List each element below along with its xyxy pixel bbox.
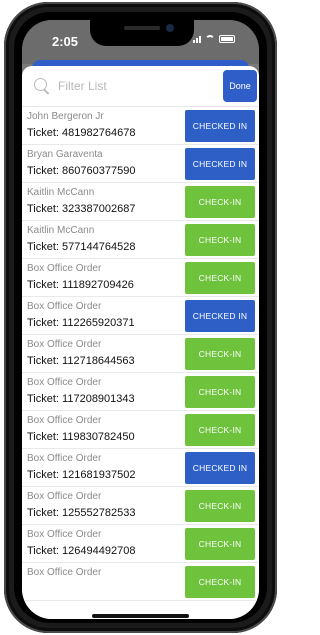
ticket-row[interactable]: Box Office Order Ticket: 117208901343 CHEC… <box>22 373 259 411</box>
front-camera <box>166 24 174 32</box>
ticket-number: Ticket: 126494492708 <box>27 545 136 557</box>
check-in-button[interactable]: CHECK-IN <box>185 186 255 218</box>
attendee-name: Bryan Garaventa <box>27 149 103 160</box>
ticket-row[interactable]: Box Office Order Ticket: 125552782533 CHEC… <box>22 487 259 525</box>
ticket-number: Ticket: 112718644563 <box>27 355 135 367</box>
ticket-number: Ticket: 323387002687 <box>27 203 136 215</box>
check-in-button[interactable]: CHECK-IN <box>185 528 255 560</box>
ticket-row[interactable]: Kaitlin McCann Ticket: 577144764528 CHECK-… <box>22 221 259 259</box>
ticket-row[interactable]: Box Office Order Ticket: 111892709426 CHEC… <box>22 259 259 297</box>
ticket-number: Ticket: 112265920371 <box>27 317 135 329</box>
search-bar: Done <box>22 66 259 107</box>
attendee-name: Box Office Order <box>27 529 102 540</box>
ticket-number: Ticket: 125552782533 <box>27 507 136 519</box>
ticket-list-sheet: Done John Bergeron Jr Ticket: 48198276467… <box>22 66 259 619</box>
ticket-row[interactable]: Box Office Order Ticket: 126494492708 CHEC… <box>22 525 259 563</box>
search-icon <box>34 78 47 91</box>
done-button[interactable]: Done <box>223 70 257 102</box>
status-time: 2:05 <box>52 34 79 49</box>
screen: 2:05 Done John Bergeron Jr Ticket: 481982… <box>22 20 259 619</box>
attendee-name: Box Office Order <box>27 301 102 312</box>
ticket-row[interactable]: Box Office Order Ticket: 121681937502 CHEC… <box>22 449 259 487</box>
check-in-button[interactable]: CHECK-IN <box>185 224 255 256</box>
phone-frame: 2:05 Done John Bergeron Jr Ticket: 481982… <box>4 2 277 633</box>
ticket-number: Ticket: 117208901343 <box>27 393 135 405</box>
ticket-row[interactable]: Box Office Order Ticket: 119830782450 CHEC… <box>22 411 259 449</box>
ticket-row[interactable]: Box Office Order CHECK-IN <box>22 563 259 601</box>
filter-input[interactable] <box>58 76 208 96</box>
checked-in-button[interactable]: CHECKED IN <box>185 452 255 484</box>
system-icons <box>193 35 235 43</box>
attendee-name: Box Office Order <box>27 339 102 350</box>
attendee-name: John Bergeron Jr <box>27 111 104 122</box>
check-in-button[interactable]: CHECK-IN <box>185 338 255 370</box>
ticket-row[interactable]: Kaitlin McCann Ticket: 323387002687 CHECK-… <box>22 183 259 221</box>
checked-in-button[interactable]: CHECKED IN <box>185 110 255 142</box>
attendee-name: Kaitlin McCann <box>27 225 95 236</box>
ticket-number: Ticket: 121681937502 <box>27 469 136 481</box>
check-in-button[interactable]: CHECK-IN <box>185 490 255 522</box>
check-in-button[interactable]: CHECK-IN <box>185 262 255 294</box>
checked-in-button[interactable]: CHECKED IN <box>185 300 255 332</box>
ticket-row[interactable]: Box Office Order Ticket: 112265920371 CHEC… <box>22 297 259 335</box>
attendee-name: Box Office Order <box>27 453 102 464</box>
battery-icon <box>219 35 235 43</box>
ticket-number: Ticket: 860760377590 <box>27 165 136 177</box>
attendee-name: Kaitlin McCann <box>27 187 95 198</box>
ticket-number: Ticket: 111892709426 <box>27 279 134 291</box>
ticket-number: Ticket: 577144764528 <box>27 241 136 253</box>
home-indicator[interactable] <box>92 614 189 618</box>
signal-icon <box>193 36 201 43</box>
ticket-row[interactable]: Bryan Garaventa Ticket: 860760377590 CHECK… <box>22 145 259 183</box>
ticket-list: John Bergeron Jr Ticket: 481982764678 CHEC… <box>22 107 259 601</box>
speaker <box>124 26 160 30</box>
ticket-row[interactable]: Box Office Order Ticket: 112718644563 CHEC… <box>22 335 259 373</box>
attendee-name: Box Office Order <box>27 491 102 502</box>
attendee-name: Box Office Order <box>27 415 102 426</box>
ticket-row[interactable]: John Bergeron Jr Ticket: 481982764678 CHEC… <box>22 107 259 145</box>
bottom-area <box>22 604 259 619</box>
attendee-name: Box Office Order <box>27 263 102 274</box>
ticket-number: Ticket: 481982764678 <box>27 127 136 139</box>
check-in-button[interactable]: CHECK-IN <box>185 566 255 598</box>
ticket-number: Ticket: 119830782450 <box>27 431 135 443</box>
check-in-button[interactable]: CHECK-IN <box>185 414 255 446</box>
check-in-button[interactable]: CHECK-IN <box>185 376 255 408</box>
wifi-icon <box>205 35 215 43</box>
notch <box>90 20 194 46</box>
attendee-name: Box Office Order <box>27 377 102 388</box>
attendee-name: Box Office Order <box>27 567 102 578</box>
status-bar: 2:05 <box>22 20 259 64</box>
checked-in-button[interactable]: CHECKED IN <box>185 148 255 180</box>
